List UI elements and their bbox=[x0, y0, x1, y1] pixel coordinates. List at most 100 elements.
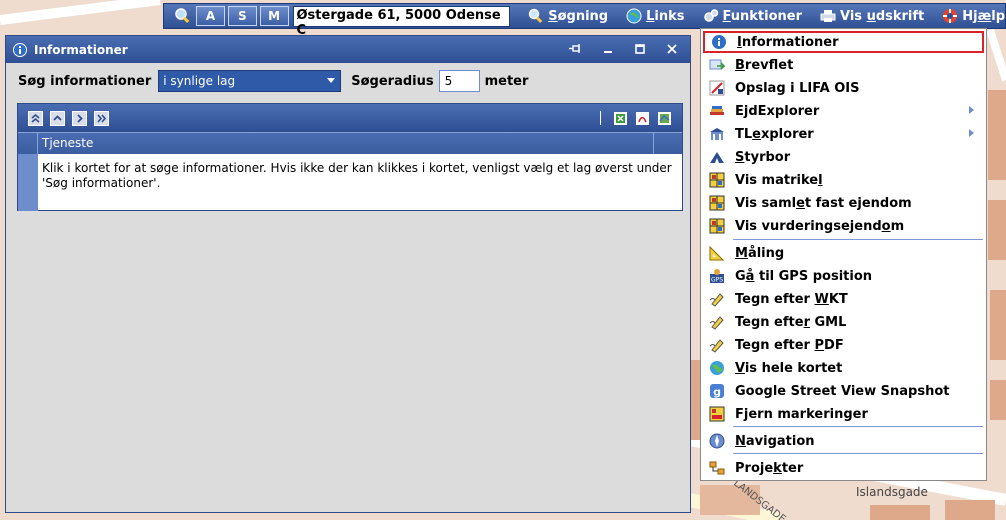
map-export-icon[interactable] bbox=[657, 111, 672, 126]
pencil-icon bbox=[709, 293, 724, 307]
info-icon bbox=[712, 35, 726, 49]
menu-item-label: Navigation bbox=[735, 433, 815, 449]
menu-item-label: Fjern markeringer bbox=[735, 406, 868, 422]
row-header-spacer bbox=[18, 133, 38, 154]
menu-links[interactable]: Links bbox=[626, 8, 685, 24]
menu-item-tegn-efter-wkt[interactable]: Tegn efter WKT bbox=[703, 288, 984, 310]
menu-vis-udskrift[interactable]: Vis udskrift bbox=[820, 8, 924, 24]
menu-item-måling[interactable]: Måling bbox=[703, 242, 984, 264]
menu-item-label: Brevflet bbox=[735, 57, 794, 73]
close-button[interactable] bbox=[664, 42, 680, 56]
menu-item-opslag-i-lifa-ois[interactable]: Opslag i LIFA OIS bbox=[703, 77, 984, 99]
collapse-button[interactable] bbox=[50, 110, 65, 126]
menu-item-label: Måling bbox=[735, 245, 785, 261]
radius-input[interactable]: 5 bbox=[438, 70, 480, 92]
menu-item-google-street-view-snapshot[interactable]: g Google Street View Snapshot bbox=[703, 380, 984, 402]
layer-select[interactable]: i synlige lag bbox=[158, 70, 342, 92]
globe-icon bbox=[710, 361, 724, 375]
double-chevron-up-icon bbox=[31, 113, 40, 123]
quick-button-s[interactable]: S bbox=[227, 6, 257, 26]
maximize-button[interactable] bbox=[632, 42, 648, 56]
menu-item-vis-matrikel[interactable]: Vis matrikel bbox=[703, 169, 984, 191]
compass-icon bbox=[709, 433, 725, 449]
layer-select-value: i synlige lag bbox=[163, 74, 236, 88]
google-icon: g bbox=[710, 384, 724, 399]
menu-item-gå-til-gps-position[interactable]: GPS Gå til GPS position bbox=[703, 265, 984, 287]
menu-item-ejdexplorer[interactable]: EjdExplorer bbox=[703, 100, 984, 122]
menu-hjaelp[interactable]: Hjælp bbox=[942, 8, 1005, 24]
menu-item-brevflet[interactable]: Brevflet bbox=[703, 54, 984, 76]
letter-arrow-icon bbox=[709, 59, 725, 70]
chevron-down-icon bbox=[327, 78, 336, 83]
menu-item-label: Tegn efter GML bbox=[735, 314, 847, 330]
menu-item-vis-hele-kortet[interactable]: Vis hele kortet bbox=[703, 357, 984, 379]
chevron-right-icon bbox=[77, 113, 83, 123]
menu-item-styrbor[interactable]: Styrbor bbox=[703, 146, 984, 168]
menu-item-label: Vis vurderingsejendom bbox=[735, 218, 905, 234]
menu-funktioner[interactable]: Funktioner bbox=[703, 8, 802, 24]
pencil-icon bbox=[709, 339, 724, 353]
menu-vis-udskrift-label: Vis udskrift bbox=[840, 8, 925, 24]
menu-item-tegn-efter-gml[interactable]: Tegn efter GML bbox=[703, 311, 984, 333]
menu-item-vis-vurderingsejendom[interactable]: Vis vurderingsejendom bbox=[703, 215, 984, 237]
globe-icon bbox=[626, 8, 642, 24]
panel-titlebar[interactable]: Informationer bbox=[6, 36, 690, 63]
menu-item-navigation[interactable]: Navigation bbox=[703, 430, 984, 452]
menu-item-label: EjdExplorer bbox=[735, 103, 820, 119]
tent-icon bbox=[710, 152, 724, 163]
pin-button[interactable] bbox=[568, 42, 584, 56]
menu-item-vis-samlet-fast-ejendom[interactable]: Vis samlet fast ejendom bbox=[703, 192, 984, 214]
main-toolbar: A S M Østergade 61, 5000 Odense C Søgnin… bbox=[163, 3, 1006, 38]
informationer-panel: Informationer Søg informationer i synlig… bbox=[5, 35, 691, 513]
pdf-export-icon[interactable] bbox=[635, 111, 650, 126]
menu-item-label: Google Street View Snapshot bbox=[735, 383, 950, 399]
radius-unit: meter bbox=[484, 73, 529, 89]
svg-text:g: g bbox=[713, 386, 721, 399]
menu-item-label: Projekter bbox=[735, 460, 804, 476]
printer-icon bbox=[820, 10, 836, 22]
menu-sogning[interactable]: Søgning bbox=[528, 8, 608, 24]
gps-icon: GPS bbox=[710, 269, 724, 284]
address-input[interactable]: Østergade 61, 5000 Odense C bbox=[292, 5, 511, 38]
pin-icon bbox=[569, 44, 580, 53]
submenu-arrow-icon bbox=[969, 129, 974, 137]
double-chevron-right-icon bbox=[97, 113, 107, 123]
next-button[interactable] bbox=[72, 110, 87, 126]
menu-funktioner-label: Funktioner bbox=[722, 8, 802, 24]
menu-separator bbox=[733, 239, 983, 240]
menu-item-fjern-markeringer[interactable]: Fjern markeringer bbox=[703, 403, 984, 425]
menu-item-label: Gå til GPS position bbox=[735, 268, 873, 284]
excel-export-icon[interactable] bbox=[613, 111, 628, 126]
results-grid: Tjeneste Klik i kortet for at søge infor… bbox=[17, 103, 683, 211]
expand-all-button[interactable] bbox=[94, 110, 109, 126]
quick-search-icon[interactable] bbox=[172, 6, 193, 26]
menu-item-label: Vis matrikel bbox=[735, 172, 823, 188]
menu-item-label: Tegn efter PDF bbox=[735, 337, 844, 353]
close-icon bbox=[667, 44, 677, 54]
minimize-button[interactable] bbox=[600, 42, 616, 56]
quick-button-m[interactable]: M bbox=[259, 6, 289, 26]
grid-message: Klik i kortet for at søge informationer.… bbox=[42, 161, 672, 190]
grid-toolbar bbox=[18, 104, 682, 132]
menu-item-tlexplorer[interactable]: TLexplorer bbox=[703, 123, 984, 145]
svg-text:GPS: GPS bbox=[711, 277, 723, 284]
collapse-all-button[interactable] bbox=[28, 110, 43, 126]
menu-item-informationer[interactable]: Informationer bbox=[703, 31, 984, 53]
cadastre-icon bbox=[709, 172, 725, 188]
project-icon bbox=[709, 461, 725, 475]
ruler-icon bbox=[709, 245, 725, 261]
menu-links-label: Links bbox=[646, 8, 685, 24]
pencil-icon bbox=[709, 316, 724, 330]
menu-item-projekter[interactable]: Projekter bbox=[703, 457, 984, 479]
quick-button-a[interactable]: A bbox=[196, 6, 225, 26]
menu-hjaelp-label: Hjælp bbox=[962, 8, 1005, 24]
menu-separator bbox=[733, 453, 983, 454]
column-header-end bbox=[654, 133, 682, 154]
menu-item-label: Vis hele kortet bbox=[735, 360, 843, 376]
column-header-tjeneste[interactable]: Tjeneste bbox=[38, 133, 654, 154]
menu-item-label: Vis samlet fast ejendom bbox=[735, 195, 912, 211]
map-street-label: Islandsgade bbox=[856, 485, 928, 499]
search-row: Søg informationer i synlige lag Søgeradi… bbox=[18, 70, 528, 92]
search-icon bbox=[528, 8, 543, 23]
menu-item-tegn-efter-pdf[interactable]: Tegn efter PDF bbox=[703, 334, 984, 356]
